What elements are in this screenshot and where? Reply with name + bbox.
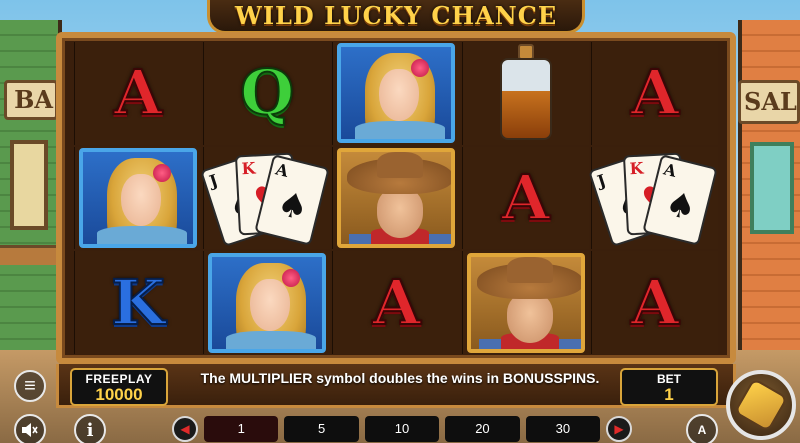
building-window-left: [10, 140, 48, 230]
freeplay-display: FREEPLAY 10000: [70, 368, 168, 406]
bet-label: BET: [657, 372, 681, 386]
reel-cell: J♠K♥A♠: [200, 146, 331, 250]
bet-options: 1 5 10 20 30: [204, 415, 601, 442]
card-suit-icon: ♠: [273, 183, 313, 230]
info-icon: i: [86, 419, 94, 441]
reel-cell: J♠K♥A♠: [587, 146, 718, 250]
reel-cell: [332, 42, 460, 145]
autoplay-icon: A: [697, 423, 707, 437]
building-sign-left: BA: [4, 80, 58, 120]
card-rank: K: [241, 158, 257, 179]
symbol-k: K: [110, 265, 166, 339]
menu-icon: ≡: [24, 375, 36, 397]
symbol-a: A: [630, 56, 680, 130]
autoplay-button[interactable]: A: [686, 414, 718, 443]
symbol-cards: J♠K♥A♠: [587, 150, 718, 247]
reel-cell: [74, 146, 202, 250]
info-button[interactable]: i: [74, 414, 106, 443]
bet-option[interactable]: 1: [204, 415, 279, 442]
card-rank: J: [594, 170, 608, 191]
reel-cell: [461, 42, 589, 145]
game-title: WILD LUCKY CHANCE: [234, 1, 558, 30]
reel-cell: A: [74, 42, 202, 145]
card-suit-icon: ♠: [660, 183, 701, 230]
bet-option[interactable]: 10: [364, 415, 440, 442]
reel-cell: A: [332, 251, 460, 354]
freeplay-value: 10000: [95, 385, 143, 404]
bet-option[interactable]: 30: [525, 415, 601, 442]
freeplay-label: FREEPLAY: [85, 372, 153, 386]
bet-decrease-button[interactable]: ◀: [172, 415, 198, 442]
bet-display: BET 1: [620, 368, 718, 406]
sound-button[interactable]: [14, 414, 46, 443]
reel-cell: A: [461, 146, 589, 250]
reel-cell: A: [590, 42, 718, 145]
saloon-building-left: BA: [0, 20, 62, 360]
symbol-cards: J♠K♥A♠: [200, 150, 331, 247]
game-title-plate: WILD LUCKY CHANCE: [207, 0, 585, 34]
symbol-whiskey-bottle: [496, 44, 556, 142]
reels-grid: AQAJ♠K♥A♠AJ♠K♥A♠KAA: [74, 42, 718, 354]
symbol-a: A: [371, 265, 421, 339]
arrow-left-icon: ◀: [180, 421, 190, 436]
symbol-a: A: [501, 160, 551, 234]
bottom-bar: ≡ FREEPLAY 10000 The MULTIPLIER symbol d…: [0, 364, 800, 443]
reel-cell: A: [590, 251, 718, 354]
saloon-building-right: SALO: [738, 20, 800, 360]
arrow-right-icon: ▶: [614, 421, 624, 436]
bet-option[interactable]: 20: [445, 415, 520, 442]
spin-dice-icon: [733, 377, 789, 433]
symbol-lady: [79, 147, 198, 248]
card-rank: J: [207, 170, 221, 191]
reel-cell: [332, 146, 460, 250]
building-window-right: [750, 142, 794, 234]
symbol-lady: [337, 43, 456, 144]
info-message: The MULTIPLIER symbol doubles the wins i…: [200, 370, 600, 386]
reel-cell: [203, 251, 331, 354]
card-rank: K: [629, 158, 644, 179]
menu-button[interactable]: ≡: [14, 370, 46, 402]
reel-cell: [461, 251, 589, 354]
reel-cell: Q: [203, 42, 331, 145]
card-rank: A: [274, 159, 291, 181]
bet-value: 1: [664, 385, 674, 404]
reels-frame: AQAJ♠K♥A♠AJ♠K♥A♠KAA: [56, 32, 736, 364]
bet-option[interactable]: 5: [284, 415, 359, 442]
symbol-q: Q: [239, 56, 295, 130]
symbol-cowboy: [337, 147, 456, 248]
symbol-a: A: [113, 56, 163, 130]
symbol-lady: [208, 252, 327, 353]
porch-left: [0, 245, 62, 265]
bet-increase-button[interactable]: ▶: [606, 415, 632, 442]
speaker-icon: [22, 423, 38, 437]
building-sign-right: SALO: [738, 80, 800, 124]
symbol-a: A: [630, 265, 680, 339]
card-rank: A: [661, 159, 679, 181]
reel-cell: K: [74, 251, 202, 354]
spin-button[interactable]: [726, 370, 796, 440]
symbol-cowboy: [466, 252, 585, 353]
bet-selector: ◀ 1 5 10 20 30 ▶: [172, 414, 632, 443]
